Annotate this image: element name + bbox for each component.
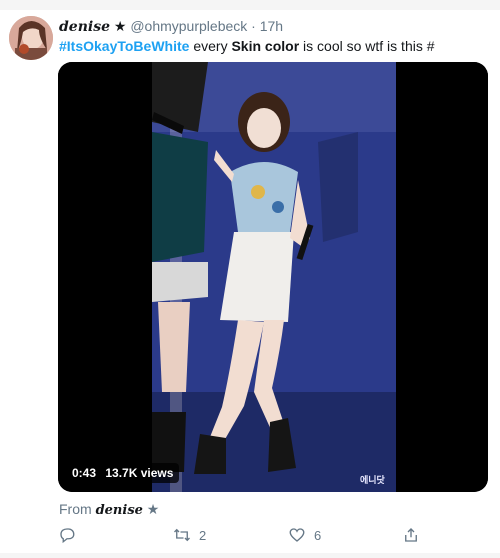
- from-star-icon: ★: [146, 501, 160, 517]
- reply-icon: [60, 528, 75, 544]
- video-views: 13.7K views: [105, 466, 174, 480]
- tweet-text: #ItsOkayToBeWhite every Skin color is co…: [59, 38, 435, 54]
- reply-button[interactable]: [58, 526, 76, 544]
- star-icon: ★: [113, 18, 127, 34]
- share-icon: [405, 528, 417, 542]
- tweet-text-part2: is cool so wtf is this #: [303, 38, 435, 54]
- timestamp[interactable]: 17h: [260, 18, 283, 34]
- share-button[interactable]: [402, 526, 420, 544]
- channel-watermark: 에니닷: [360, 475, 385, 485]
- retweet-count: 2: [199, 527, 207, 543]
- tweet-text-part1: every: [193, 38, 228, 54]
- from-name[interactable]: denise: [96, 503, 143, 518]
- video-stats-badge: 0:43 13.7K views: [66, 463, 180, 483]
- like-count: 6: [314, 527, 322, 543]
- retweet-icon: [174, 528, 190, 542]
- heart-icon: [289, 528, 305, 542]
- tweet-actions: 2 6: [0, 526, 500, 550]
- video-duration: 0:43: [72, 466, 97, 480]
- tweet-header: denise ★ @ohmypurplebeck · 17h: [59, 18, 283, 35]
- video-source: From denise ★: [59, 501, 159, 518]
- video-frame: [58, 62, 488, 492]
- video-player[interactable]: 0:43 13.7K views 에니닷: [58, 62, 488, 492]
- retweet-button[interactable]: 2: [173, 526, 206, 544]
- separator-dot: ·: [251, 18, 256, 34]
- from-label: From: [59, 501, 92, 517]
- hashtag-link[interactable]: #ItsOkayToBeWhite: [59, 38, 189, 54]
- tweet-text-bold: Skin color: [231, 38, 300, 54]
- avatar[interactable]: [9, 16, 53, 60]
- avatar-image: [9, 16, 53, 60]
- top-border: [0, 0, 500, 10]
- user-handle[interactable]: @ohmypurplebeck: [130, 18, 247, 34]
- display-name[interactable]: denise: [59, 19, 110, 35]
- bottom-border: [0, 553, 500, 558]
- like-button[interactable]: 6: [288, 526, 321, 544]
